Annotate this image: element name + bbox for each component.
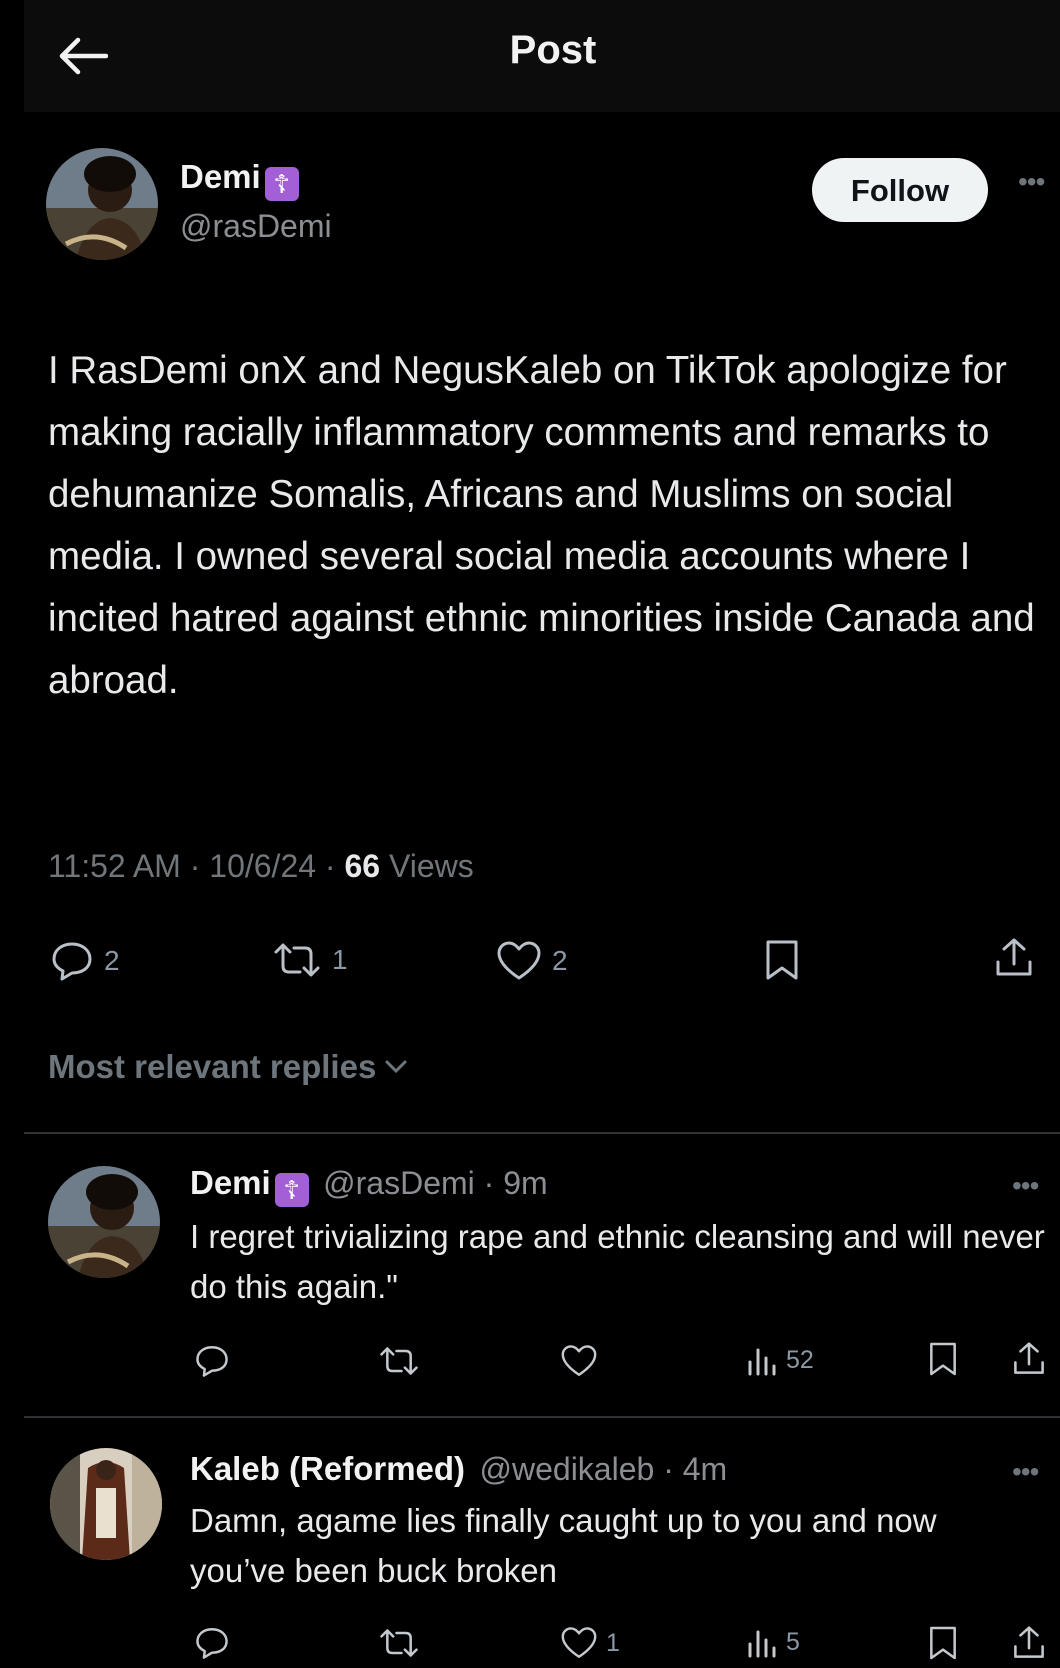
repost-action[interactable] xyxy=(378,1346,420,1376)
reply-action[interactable]: 2 xyxy=(50,940,120,982)
follow-button[interactable]: Follow xyxy=(812,158,988,222)
post-timestamp: 11:52 AM · 10/6/24 · xyxy=(48,848,345,884)
reply-author-name[interactable]: Demi xyxy=(190,1164,271,1201)
reply-action[interactable] xyxy=(194,1626,230,1660)
reply-icon xyxy=(196,1346,228,1377)
heart-icon xyxy=(561,1345,597,1376)
repost-icon xyxy=(274,943,320,977)
reply-header: Demi ☦ @rasDemi · 9m xyxy=(190,1164,548,1207)
orthodox-cross-badge-icon: ☦ xyxy=(264,166,299,201)
share-icon xyxy=(1014,1626,1044,1658)
replies-filter[interactable]: Most relevant replies xyxy=(48,1048,408,1086)
reply-count: 2 xyxy=(104,945,120,976)
like-action[interactable] xyxy=(560,1344,598,1378)
orthodox-cross-badge-icon: ☦ xyxy=(274,1172,309,1207)
analytics-icon xyxy=(748,1630,776,1658)
bookmark-action[interactable] xyxy=(928,1624,958,1662)
avatar[interactable] xyxy=(46,148,158,260)
views-count: 66 xyxy=(344,848,381,884)
bookmark-action[interactable] xyxy=(928,1340,958,1378)
reply-text: I regret trivializing rape and ethnic cl… xyxy=(190,1218,1045,1305)
share-action[interactable] xyxy=(994,936,1034,980)
reply-icon xyxy=(196,1628,228,1659)
reply-handle-time[interactable]: @wedikaleb · 4m xyxy=(480,1451,728,1487)
reply-header: Kaleb (Reformed) @wedikaleb · 4m xyxy=(190,1450,727,1488)
share-action[interactable] xyxy=(1012,1624,1046,1662)
heart-icon xyxy=(561,1627,597,1658)
chevron-down-icon xyxy=(385,1060,407,1074)
share-icon xyxy=(996,938,1032,976)
repost-action[interactable]: 1 xyxy=(272,942,348,978)
views-action[interactable]: 52 xyxy=(746,1344,814,1376)
divider xyxy=(24,1416,1060,1418)
heart-icon xyxy=(497,941,541,980)
post-text: I RasDemi onX and NegusKaleb on TikTok a… xyxy=(48,349,1035,702)
reply-like-count: 1 xyxy=(606,1628,620,1657)
more-options-icon[interactable]: ••• xyxy=(1012,1170,1039,1202)
repost-icon xyxy=(380,1347,418,1375)
bookmark-icon xyxy=(930,1342,956,1376)
reply-icon xyxy=(52,942,92,981)
reply-views-count: 52 xyxy=(786,1345,814,1374)
reply-action[interactable] xyxy=(194,1344,230,1378)
author-handle[interactable]: @rasDemi xyxy=(180,208,332,245)
repost-icon xyxy=(380,1629,418,1657)
views-action[interactable]: 5 xyxy=(746,1626,800,1658)
share-icon xyxy=(1014,1342,1044,1374)
reply-text: Damn, agame lies finally caught up to yo… xyxy=(190,1502,937,1589)
bookmark-icon xyxy=(930,1626,956,1660)
reply-author-name[interactable]: Kaleb (Reformed) xyxy=(190,1450,465,1487)
bookmark-icon xyxy=(766,940,798,980)
bookmark-action[interactable] xyxy=(764,938,800,982)
divider xyxy=(24,1132,1060,1134)
reply-views-count: 5 xyxy=(786,1627,800,1656)
more-options-icon[interactable]: ••• xyxy=(1012,1456,1039,1488)
more-options-icon[interactable]: ••• xyxy=(1018,166,1045,198)
like-count: 2 xyxy=(552,945,568,976)
reply-avatar[interactable] xyxy=(48,1166,160,1278)
share-action[interactable] xyxy=(1012,1340,1046,1378)
like-action[interactable]: 2 xyxy=(496,940,568,982)
post-meta: 11:52 AM · 10/6/24 · 66 Views xyxy=(48,848,474,885)
views-label: Views xyxy=(380,848,474,884)
reply-handle-time[interactable]: @rasDemi · 9m xyxy=(323,1165,548,1201)
repost-action[interactable] xyxy=(378,1628,420,1658)
replies-filter-label: Most relevant replies xyxy=(48,1048,377,1085)
like-action[interactable]: 1 xyxy=(560,1626,620,1660)
page-title: Post xyxy=(509,28,597,72)
author-name[interactable]: Demi xyxy=(180,158,261,195)
analytics-icon xyxy=(748,1348,776,1376)
reply-avatar[interactable] xyxy=(50,1448,162,1560)
repost-count: 1 xyxy=(332,944,348,975)
author-line: Demi ☦ xyxy=(180,158,299,201)
